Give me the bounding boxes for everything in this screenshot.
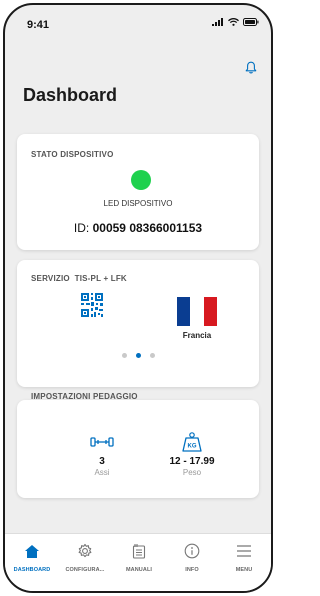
bottom-nav: DASHBOARD CONFIGURA... MANUALI INFO MENU xyxy=(5,533,271,591)
country-label: Francia xyxy=(182,331,212,340)
info-icon xyxy=(184,543,200,559)
axle-icon xyxy=(90,437,114,447)
axles-label: Assi xyxy=(94,468,110,477)
status-bar: 9:41 xyxy=(5,5,271,41)
led-label: LED DISPOSITIVO xyxy=(103,199,173,208)
weight-icon-text: KG xyxy=(188,444,197,450)
device-id-value: 00059 08366001153 xyxy=(92,221,203,235)
battery-icon xyxy=(243,18,259,26)
flag-stripe-white xyxy=(190,297,204,326)
axles-setting[interactable]: 3 Assi xyxy=(77,430,127,477)
manual-icon xyxy=(132,544,146,559)
nav-menu[interactable]: MENU xyxy=(217,540,271,573)
nav-dashboard[interactable]: DASHBOARD xyxy=(5,540,59,573)
phone-frame: 9:41 Dashboard STATO DISPOSITIVO LED DIS… xyxy=(3,3,273,593)
device-id-prefix: ID: xyxy=(73,221,90,235)
nav-label-info: INFO xyxy=(185,567,199,573)
home-icon xyxy=(25,544,39,558)
device-status-card: STATO DISPOSITIVO LED DISPOSITIVO ID: 00… xyxy=(17,134,259,250)
nav-info[interactable]: INFO xyxy=(165,540,219,573)
page-title: Dashboard xyxy=(23,85,118,105)
weight-value: 12 - 17.99 xyxy=(169,456,215,467)
weight-icon: KG xyxy=(182,432,202,452)
nav-configure[interactable]: CONFIGURA... xyxy=(58,540,112,573)
france-flag xyxy=(177,297,217,326)
weight-label: Peso xyxy=(182,468,202,477)
toll-settings-card[interactable]: IMPOSTAZIONI PEDAGGIO 3 Assi KG 12 - 17.… xyxy=(17,392,259,498)
nav-label-menu: MENU xyxy=(235,567,253,573)
flag-stripe-blue xyxy=(177,297,191,326)
signal-icon xyxy=(212,18,223,26)
service-card[interactable]: SERVIZIO TIS-PL + LFK Francia xyxy=(17,260,259,387)
nav-manuals[interactable]: MANUALI xyxy=(112,540,166,573)
hamburger-icon xyxy=(237,545,251,557)
device-id: ID: 00059 08366001153 xyxy=(17,221,259,235)
carousel-dot-active[interactable] xyxy=(135,353,141,358)
nav-label-configure: CONFIGURA... xyxy=(65,567,105,573)
carousel-dot[interactable] xyxy=(121,353,127,358)
axles-value: 3 xyxy=(99,456,105,467)
system-icons xyxy=(212,18,259,26)
nav-label-dashboard: DASHBOARD xyxy=(13,567,51,573)
axle-icon-wrap xyxy=(77,430,127,454)
toll-settings-title: IMPOSTAZIONI PEDAGGIO xyxy=(31,392,138,401)
weight-icon-wrap: KG xyxy=(157,430,227,454)
service-title: SERVIZIO TIS-PL + LFK xyxy=(31,274,127,283)
weight-setting[interactable]: KG 12 - 17.99 Peso xyxy=(157,430,227,477)
wifi-icon xyxy=(228,18,239,26)
bell-icon[interactable] xyxy=(245,61,257,74)
nav-label-manuals: MANUALI xyxy=(125,567,153,573)
qr-code-icon[interactable] xyxy=(81,293,103,317)
device-status-title: STATO DISPOSITIVO xyxy=(31,150,114,159)
carousel-indicator[interactable] xyxy=(17,353,259,358)
flag-stripe-red xyxy=(203,297,217,326)
led-indicator xyxy=(131,170,151,190)
gear-icon xyxy=(78,543,92,558)
status-time: 9:41 xyxy=(27,19,50,31)
carousel-dot[interactable] xyxy=(149,353,155,358)
